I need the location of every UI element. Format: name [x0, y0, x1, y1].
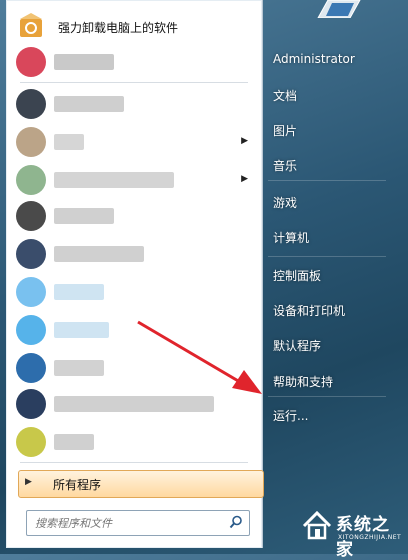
watermark: 系统之家 XITONGZHIJIA.NET [300, 506, 404, 560]
watermark-url: XITONGZHIJIA.NET [338, 534, 402, 541]
house-logo-icon [302, 510, 332, 540]
red-arrow-annotation [137, 320, 262, 394]
